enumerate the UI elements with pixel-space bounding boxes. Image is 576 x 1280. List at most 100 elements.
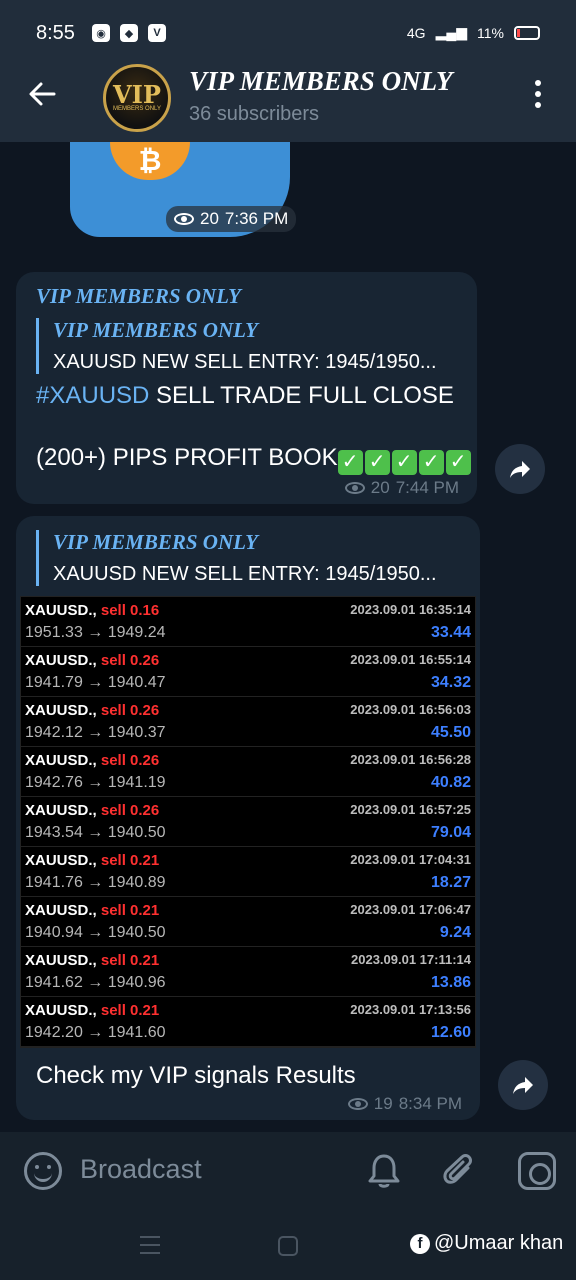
trade-profit: 12.60 [430, 1024, 471, 1041]
trade-side: sell 0.21 [100, 902, 160, 919]
signal-icon: ▂▄▆ [435, 24, 468, 40]
status-bar: 8:55 ◉ ◆ V 4G ▂▄▆ 11% [0, 0, 576, 62]
composer-bar: Broadcast [0, 1132, 576, 1210]
trade-profit: 33.44 [430, 624, 471, 641]
share-icon [510, 461, 530, 478]
check-mark-icon: ✓ [391, 450, 417, 475]
trade-datetime: 2023.09.01 16:35:14 [350, 602, 471, 617]
message-views: 19 [373, 1094, 393, 1113]
trade-symbol: XAUUSD., sell 0.21 [25, 902, 160, 919]
notification-icons: ◉ ◆ V [92, 24, 166, 42]
avatar-subtext: MEMBERS ONLY [113, 106, 161, 112]
broadcast-input[interactable]: Broadcast [80, 1154, 202, 1185]
avatar-text: VIP [113, 80, 161, 109]
trade-symbol: XAUUSD., sell 0.21 [25, 1002, 160, 1019]
trade-side: sell 0.26 [100, 802, 160, 819]
message-sender[interactable]: VIP MEMBERS ONLY [36, 284, 241, 309]
message-meta: 20 7:44 PM [344, 478, 459, 498]
trade-datetime: 2023.09.01 16:56:03 [350, 702, 471, 717]
message-meta: 19 8:34 PM [347, 1094, 462, 1114]
reply-quote[interactable]: VIP MEMBERS ONLY XAUUSD NEW SELL ENTRY: … [36, 530, 437, 586]
message-time: 8:34 PM [398, 1094, 462, 1113]
trade-profit: 45.50 [430, 724, 471, 741]
trade-side: sell 0.21 [100, 952, 160, 969]
trade-row: XAUUSD., sell 0.21 1942.20 → 1941.60 2023.… [21, 997, 475, 1047]
trade-prices: 1942.12 → 1940.37 [25, 724, 166, 741]
trade-prices: 1940.94 → 1940.50 [25, 924, 166, 941]
trade-symbol: XAUUSD., sell 0.26 [25, 752, 160, 769]
trade-side: sell 0.21 [100, 1002, 160, 1019]
channel-title[interactable]: VIP MEMBERS ONLY [189, 66, 453, 97]
trade-datetime: 2023.09.01 17:06:47 [350, 902, 471, 917]
recent-apps-button[interactable] [140, 1236, 160, 1254]
trade-row: XAUUSD., sell 0.26 1942.76 → 1941.19 2023.… [21, 747, 475, 797]
forward-button[interactable] [495, 444, 545, 494]
check-mark-icon: ✓ [364, 450, 390, 475]
more-vertical-icon [535, 80, 541, 86]
watermark: f @Umaar khan [410, 1232, 563, 1255]
emoji-icon[interactable] [24, 1152, 62, 1190]
trade-side: sell 0.16 [100, 602, 160, 619]
trade-profit: 9.24 [439, 924, 471, 941]
trade-profit: 34.32 [430, 674, 471, 691]
trade-row: XAUUSD., sell 0.21 1941.76 → 1940.89 2023.… [21, 847, 475, 897]
trade-symbol: XAUUSD., sell 0.21 [25, 852, 160, 869]
trade-prices: 1943.54 → 1940.50 [25, 824, 166, 841]
trade-datetime: 2023.09.01 16:56:28 [350, 752, 471, 767]
trade-profit: 13.86 [430, 974, 471, 991]
trade-row: XAUUSD., sell 0.26 1943.54 → 1940.50 2023.… [21, 797, 475, 847]
chat-area[interactable]: ₿ 20 7:36 PM VIP MEMBERS ONLY VIP MEMBER… [0, 142, 576, 1132]
share-icon [513, 1077, 533, 1094]
trade-symbol: XAUUSD., sell 0.21 [25, 952, 160, 969]
eye-icon [174, 213, 194, 225]
bell-icon[interactable] [366, 1152, 402, 1190]
battery-percent: 11% [477, 24, 504, 41]
reply-quote[interactable]: VIP MEMBERS ONLY XAUUSD NEW SELL ENTRY: … [36, 318, 437, 374]
v-app-icon: V [148, 24, 166, 42]
trade-side: sell 0.26 [100, 752, 160, 769]
trade-datetime: 2023.09.01 17:04:31 [350, 852, 471, 867]
trade-symbol: XAUUSD., sell 0.26 [25, 702, 160, 719]
back-button[interactable] [26, 78, 62, 114]
message-line-1: #XAUUSD SELL TRADE FULL CLOSE [36, 382, 454, 410]
trade-row: XAUUSD., sell 0.26 1942.12 → 1940.37 2023.… [21, 697, 475, 747]
message-bubble[interactable]: VIP MEMBERS ONLY VIP MEMBERS ONLY XAUUSD… [16, 272, 477, 504]
eye-icon [347, 1098, 368, 1110]
status-right: 4G ▂▄▆ 11% [407, 24, 540, 41]
trade-side: sell 0.26 [100, 702, 160, 719]
quote-text: XAUUSD NEW SELL ENTRY: 1945/1950... [53, 563, 437, 585]
trade-row: XAUUSD., sell 0.16 1951.33 → 1949.24 2023.… [21, 597, 475, 647]
home-button[interactable] [278, 1236, 298, 1256]
trade-datetime: 2023.09.01 16:55:14 [350, 652, 471, 667]
message-line-2-text: (200+) PIPS PROFIT BOOK [36, 444, 338, 471]
message-bubble[interactable]: VIP MEMBERS ONLY XAUUSD NEW SELL ENTRY: … [16, 516, 480, 1120]
trade-datetime: 2023.09.01 16:57:25 [350, 802, 471, 817]
trade-symbol: XAUUSD., sell 0.16 [25, 602, 160, 619]
watermark-text: @Umaar khan [434, 1232, 564, 1254]
hashtag-link[interactable]: #XAUUSD [36, 382, 149, 409]
check-mark-icon: ✓ [337, 450, 363, 475]
trade-symbol: XAUUSD., sell 0.26 [25, 802, 160, 819]
camera-icon[interactable] [518, 1152, 556, 1190]
more-options-button[interactable] [530, 80, 546, 108]
trade-prices: 1942.20 → 1941.60 [25, 1024, 166, 1041]
forward-button[interactable] [498, 1060, 548, 1110]
message-time: 7:44 PM [395, 478, 459, 497]
paperclip-icon[interactable] [442, 1152, 478, 1190]
arrow-left-icon [29, 82, 56, 106]
trade-side: sell 0.26 [100, 652, 160, 669]
sticker-time: 7:36 PM [224, 209, 289, 228]
trade-row: XAUUSD., sell 0.26 1941.79 → 1940.47 2023.… [21, 647, 475, 697]
trade-prices: 1941.79 → 1940.47 [25, 674, 166, 691]
trade-history-image[interactable]: XAUUSD., sell 0.16 1951.33 → 1949.24 2023.… [20, 596, 476, 1048]
system-nav-bar: f @Umaar khan [0, 1210, 576, 1280]
trade-profit: 40.82 [430, 774, 471, 791]
channel-avatar[interactable]: VIP MEMBERS ONLY [103, 64, 171, 132]
quote-name: VIP MEMBERS ONLY [53, 530, 258, 554]
trade-profit: 18.27 [430, 874, 471, 891]
chrome-icon: ◉ [92, 24, 110, 42]
chat-header: VIP MEMBERS ONLY VIP MEMBERS ONLY 36 sub… [0, 62, 576, 142]
eye-icon [344, 482, 365, 494]
trade-datetime: 2023.09.01 17:13:56 [350, 1002, 471, 1017]
quote-text: XAUUSD NEW SELL ENTRY: 1945/1950... [53, 351, 437, 373]
